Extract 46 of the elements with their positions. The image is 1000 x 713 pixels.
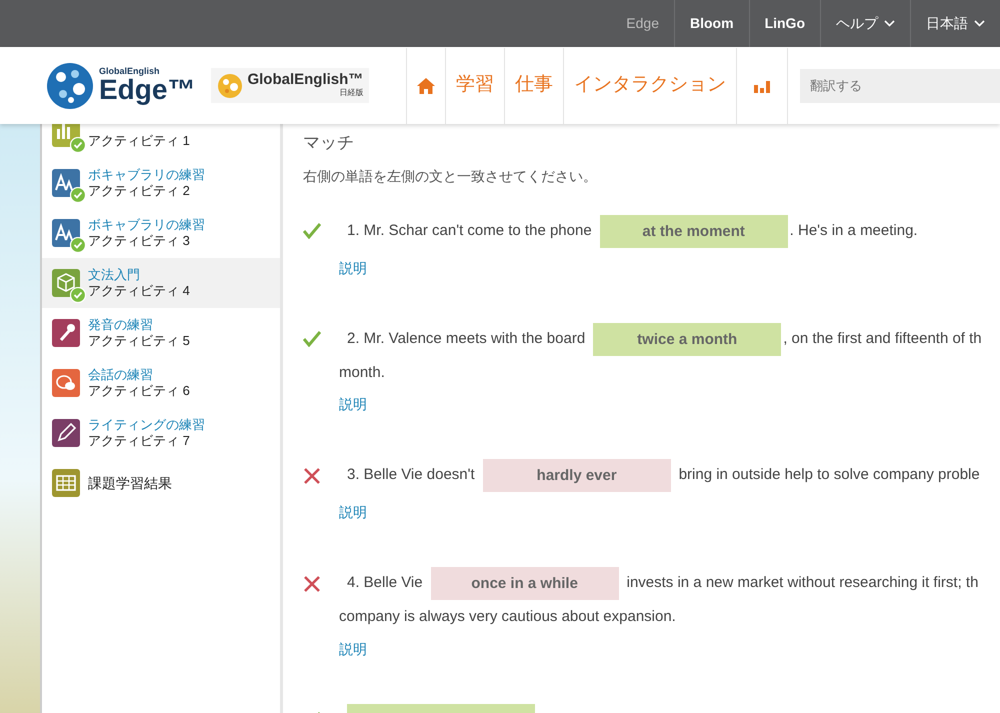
activity-number: アクティビティ 1 (88, 133, 190, 149)
activity-number: アクティビティ 5 (88, 333, 190, 349)
activity-number: アクティビティ 2 (88, 183, 191, 199)
activity-title: 会話の練習 (88, 367, 154, 383)
activity-number: アクティビティ 7 (88, 433, 191, 449)
instructions: 右側の単語を左側の文と一致させてください。 (303, 166, 598, 186)
sidebar-item[interactable]: 発音の練習 アクティビティ 5 (42, 308, 280, 358)
sentence-text: company is always very cautious about expansion. (339, 607, 677, 627)
explanation-link[interactable]: 説明 (339, 638, 367, 660)
answer-blank[interactable]: once in a while (430, 567, 619, 600)
activity-number: アクティビティ 3 (88, 233, 191, 249)
activity-title: 発音の練習 (88, 317, 154, 333)
sidebar-item[interactable]: ライティングの練習 アクティビティ 7 (42, 408, 280, 458)
sentence-text: 4. Belle Vie (347, 573, 423, 594)
activity-title: ボキャブラリの練習 (88, 217, 205, 233)
sentence-text: , on the first and fifteenth of th (783, 328, 982, 349)
answer-blank[interactable]: twice a month (593, 322, 782, 356)
top-link[interactable]: Edge (611, 0, 674, 47)
sidebar-item[interactable]: 文法入門 アクティビティ 4 (42, 258, 280, 308)
sentence-text: bring in outside help to solve company proble (678, 465, 980, 486)
explanation-link[interactable]: 説明 (339, 394, 367, 415)
logo: GlobalEnglish Edge™ (45, 62, 196, 110)
activity-title: 文法入門 (88, 267, 141, 283)
explanation-link[interactable]: 説明 (339, 502, 367, 523)
explanation-link[interactable]: 説明 (339, 258, 367, 278)
sentence-text: 2. Mr. Valence meets with the board (347, 328, 586, 349)
answer-blank[interactable]: at the moment (600, 214, 788, 248)
sidebar-item[interactable]: ボキャブラリの練習 アクティビティ 2 (42, 158, 280, 208)
activity-title: ボキャブラリの練習 (88, 167, 205, 183)
sentence-text: 3. Belle Vie doesn't (347, 465, 475, 486)
activity-number: アクティビティ 6 (88, 383, 190, 399)
exercise-title: マッチ (303, 132, 355, 154)
results-label: 課題学習結果 (88, 474, 172, 492)
search-field[interactable]: 翻訳する (800, 68, 1000, 102)
sentence-text: . He's in a meeting. (790, 220, 918, 241)
sidebar-item[interactable]: アクティビティ 1 (42, 124, 280, 158)
sidebar-item[interactable]: ボキャブラリの練習 アクティビティ 3 (42, 208, 280, 258)
sidebar-item[interactable]: 会話の練習 アクティビティ 6 (42, 358, 280, 408)
logo: GlobalEnglish™ 日経版 (211, 68, 370, 103)
activity-title: ライティングの練習 (88, 417, 205, 433)
sentence-text: invests in a new market without researching it first; th (626, 573, 978, 594)
activity-number: アクティビティ 4 (88, 283, 190, 299)
sentence-text: month. (339, 362, 386, 382)
answer-blank[interactable]: hardly ever (482, 459, 671, 492)
sidebar-item[interactable]: 課題学習結果 (42, 458, 280, 508)
sentence-text: 1. Mr. Schar can't come to the phone (347, 220, 592, 241)
